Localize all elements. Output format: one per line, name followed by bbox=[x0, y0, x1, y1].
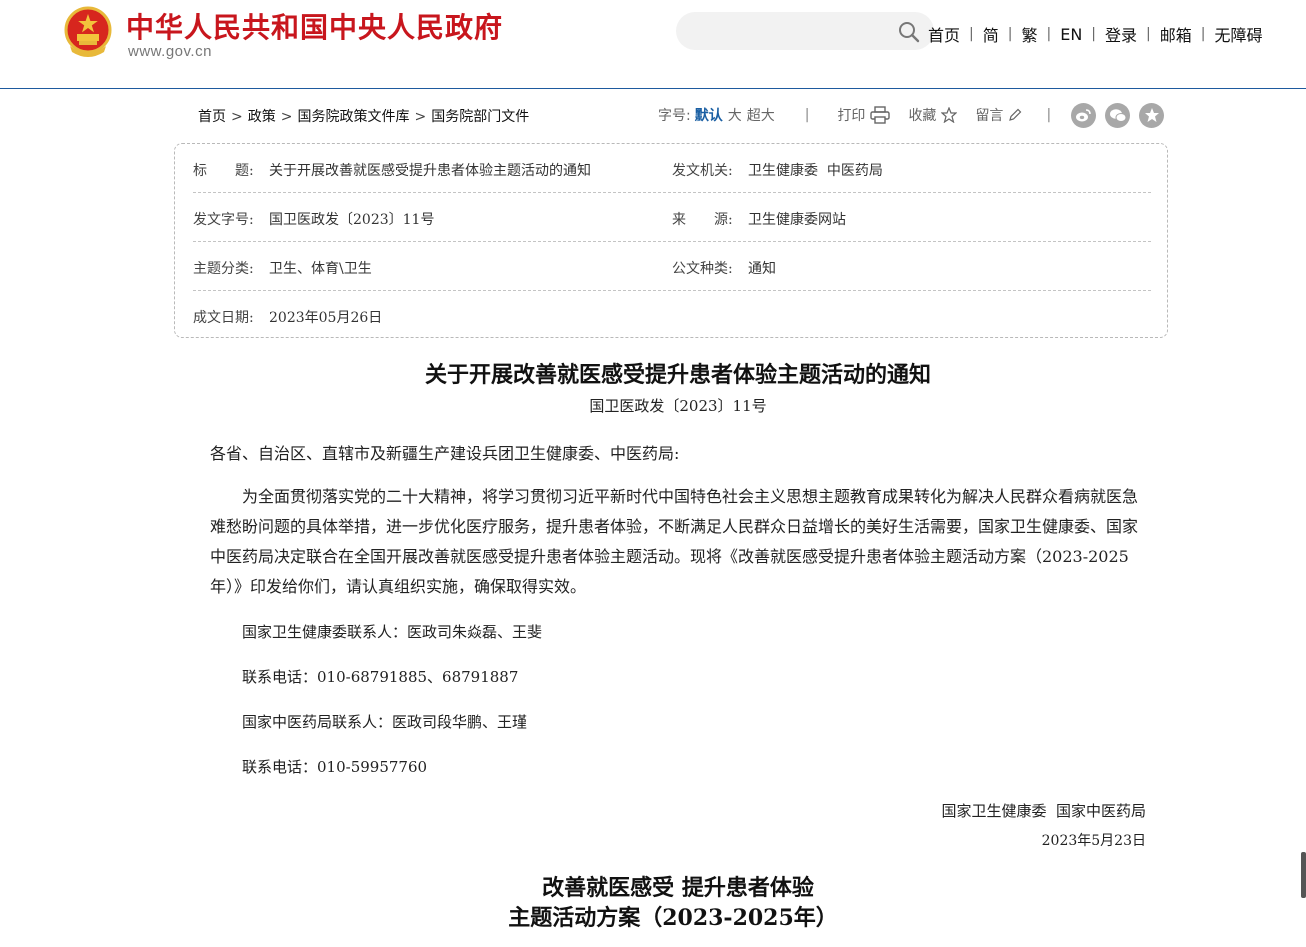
weibo-share-icon[interactable] bbox=[1071, 102, 1097, 128]
top-nav: 首页 | 简 | 繁 | EN | 登录 | 邮箱 | 无障碍 bbox=[928, 22, 1262, 46]
info-title-value: 关于开展改善就医感受提升患者体验主题活动的通知 bbox=[269, 163, 591, 179]
scrollbar-thumb[interactable] bbox=[1301, 852, 1306, 898]
info-issuer-label: 发文机关: bbox=[672, 163, 733, 179]
info-doctype-cell: 公文种类: 通知 bbox=[672, 258, 776, 278]
document-info-box: 标 题: 关于开展改善就医感受提升患者体验主题活动的通知 发文机关: 卫生健康委 中… bbox=[174, 143, 1168, 338]
font-size-label: 字号: bbox=[658, 108, 691, 124]
comment-label: 留言 bbox=[975, 108, 1004, 124]
pencil-icon bbox=[1009, 108, 1022, 121]
font-size-default-button[interactable]: 默认 bbox=[695, 105, 723, 125]
signature-organization: 国家卫生健康委 国家中医药局 bbox=[941, 802, 1146, 820]
info-source-value: 卫生健康委网站 bbox=[748, 212, 846, 228]
nav-login-link[interactable]: 登录 bbox=[1105, 22, 1137, 46]
wechat-share-icon[interactable] bbox=[1105, 102, 1131, 128]
search-icon[interactable] bbox=[898, 21, 920, 43]
printer-icon bbox=[870, 106, 891, 124]
nav-english-link[interactable]: EN bbox=[1060, 25, 1082, 44]
info-issuer-cell: 发文机关: 卫生健康委 中医药局 bbox=[672, 160, 883, 180]
info-docno-value: 国卫医政发〔2023〕11号 bbox=[269, 212, 435, 228]
toolbar-divider: | bbox=[1046, 107, 1052, 123]
article-title: 关于开展改善就医感受提升患者体验主题活动的通知 bbox=[424, 362, 931, 388]
search-input[interactable] bbox=[692, 20, 896, 44]
breadcrumb-policy-library[interactable]: 国务院政策文件库 bbox=[297, 109, 409, 125]
contact-line: 国家中医药局联系人：医政司段华鹏、王瑾 bbox=[242, 713, 528, 731]
font-size-xlarge-button[interactable]: 超大 bbox=[747, 105, 775, 125]
font-size-large-button[interactable]: 大 bbox=[728, 105, 742, 125]
nav-traditional-link[interactable]: 繁 bbox=[1021, 22, 1037, 46]
nav-separator: | bbox=[1046, 26, 1052, 42]
nav-separator: | bbox=[1146, 26, 1151, 42]
breadcrumb-separator: > bbox=[414, 109, 427, 125]
nav-mail-link[interactable]: 邮箱 bbox=[1160, 22, 1192, 46]
nav-separator: | bbox=[1007, 26, 1013, 42]
info-doctype-label: 公文种类: bbox=[672, 261, 733, 277]
info-source-label: 来 源: bbox=[672, 212, 733, 228]
breadcrumb: 首页 > 政策 > 国务院政策文件库 > 国务院部门文件 bbox=[198, 106, 529, 126]
info-category-cell: 主题分类: 卫生、体育\卫生 bbox=[193, 258, 372, 278]
nav-accessibility-link[interactable]: 无障碍 bbox=[1214, 22, 1262, 46]
plan-title-line-1: 改善就医感受 提升患者体验 bbox=[542, 875, 814, 901]
info-row: 标 题: 关于开展改善就医感受提升患者体验主题活动的通知 发文机关: 卫生健康委 中… bbox=[193, 144, 1151, 193]
breadcrumb-separator: > bbox=[231, 109, 243, 125]
breadcrumb-department-docs[interactable]: 国务院部门文件 bbox=[431, 109, 529, 125]
article-toolbar: 字号: 默认 大 超大 | 打印 收藏 留言 | bbox=[658, 102, 1173, 128]
toolbar-divider: | bbox=[804, 107, 810, 123]
print-label: 打印 bbox=[837, 108, 866, 124]
favorite-label: 收藏 bbox=[908, 108, 937, 124]
info-issuer-value: 卫生健康委 中医药局 bbox=[748, 163, 883, 179]
info-docno-cell: 发文字号: 国卫医政发〔2023〕11号 bbox=[193, 209, 434, 229]
signature-date: 2023年5月23日 bbox=[1041, 833, 1146, 849]
info-row: 主题分类: 卫生、体育\卫生 公文种类: 通知 bbox=[193, 242, 1151, 291]
nav-separator: | bbox=[1091, 26, 1096, 42]
star-icon bbox=[941, 107, 958, 123]
info-category-value: 卫生、体育\卫生 bbox=[269, 261, 372, 277]
nav-home-link[interactable]: 首页 bbox=[928, 22, 960, 46]
breadcrumb-home[interactable]: 首页 bbox=[198, 109, 226, 125]
star-glyph-icon bbox=[1144, 108, 1159, 122]
breadcrumb-separator: > bbox=[280, 109, 293, 125]
site-title[interactable]: 中华人民共和国中央人民政府 bbox=[126, 6, 503, 46]
info-title-cell: 标 题: 关于开展改善就医感受提升患者体验主题活动的通知 bbox=[193, 160, 591, 180]
national-emblem-icon[interactable] bbox=[62, 6, 114, 60]
info-docno-label: 发文字号: bbox=[193, 212, 254, 228]
article-body-paragraph: 为全面贯彻落实党的二十大精神，将学习贯彻习近平新时代中国特色社会主义思想主题教育… bbox=[210, 487, 1139, 596]
info-title-label: 标 题: bbox=[193, 163, 254, 179]
contact-line: 联系电话：010-68791885、68791887 bbox=[242, 668, 519, 686]
favorite-share-icon[interactable] bbox=[1139, 102, 1165, 128]
info-date-cell: 成文日期: 2023年05月26日 bbox=[193, 307, 382, 327]
info-date-value: 2023年05月26日 bbox=[269, 310, 383, 326]
print-button[interactable]: 打印 bbox=[837, 105, 891, 125]
info-row: 发文字号: 国卫医政发〔2023〕11号 来 源: 卫生健康委网站 bbox=[193, 193, 1151, 242]
contact-line: 联系电话：010-59957760 bbox=[242, 758, 428, 776]
article-doc-number: 国卫医政发〔2023〕11号 bbox=[589, 397, 767, 415]
info-category-label: 主题分类: bbox=[193, 261, 254, 277]
nav-separator: | bbox=[969, 26, 974, 42]
breadcrumb-policy[interactable]: 政策 bbox=[248, 109, 276, 125]
info-row: 成文日期: 2023年05月26日 bbox=[193, 291, 1151, 339]
info-source-cell: 来 源: 卫生健康委网站 bbox=[672, 209, 846, 229]
weibo-glyph-icon bbox=[1076, 108, 1091, 121]
plan-title-line-2: 主题活动方案（2023-2025年） bbox=[508, 905, 838, 931]
comment-button[interactable]: 留言 bbox=[975, 105, 1022, 125]
contact-line: 国家卫生健康委联系人：医政司朱焱磊、王斐 bbox=[242, 623, 543, 641]
site-url[interactable]: www.gov.cn bbox=[128, 43, 212, 60]
site-header: 中华人民共和国中央人民政府 www.gov.cn 首页 | 简 | 繁 | EN… bbox=[0, 0, 1306, 89]
nav-separator: | bbox=[1200, 26, 1206, 42]
nav-simplified-link[interactable]: 简 bbox=[983, 22, 999, 46]
info-doctype-value: 通知 bbox=[748, 261, 776, 277]
favorite-button[interactable]: 收藏 bbox=[908, 105, 958, 125]
info-date-label: 成文日期: bbox=[193, 310, 254, 326]
search-box bbox=[676, 12, 934, 50]
article-salutation: 各省、自治区、直辖市及新疆生产建设兵团卫生健康委、中医药局: bbox=[210, 444, 680, 463]
wechat-glyph-icon bbox=[1109, 108, 1127, 122]
